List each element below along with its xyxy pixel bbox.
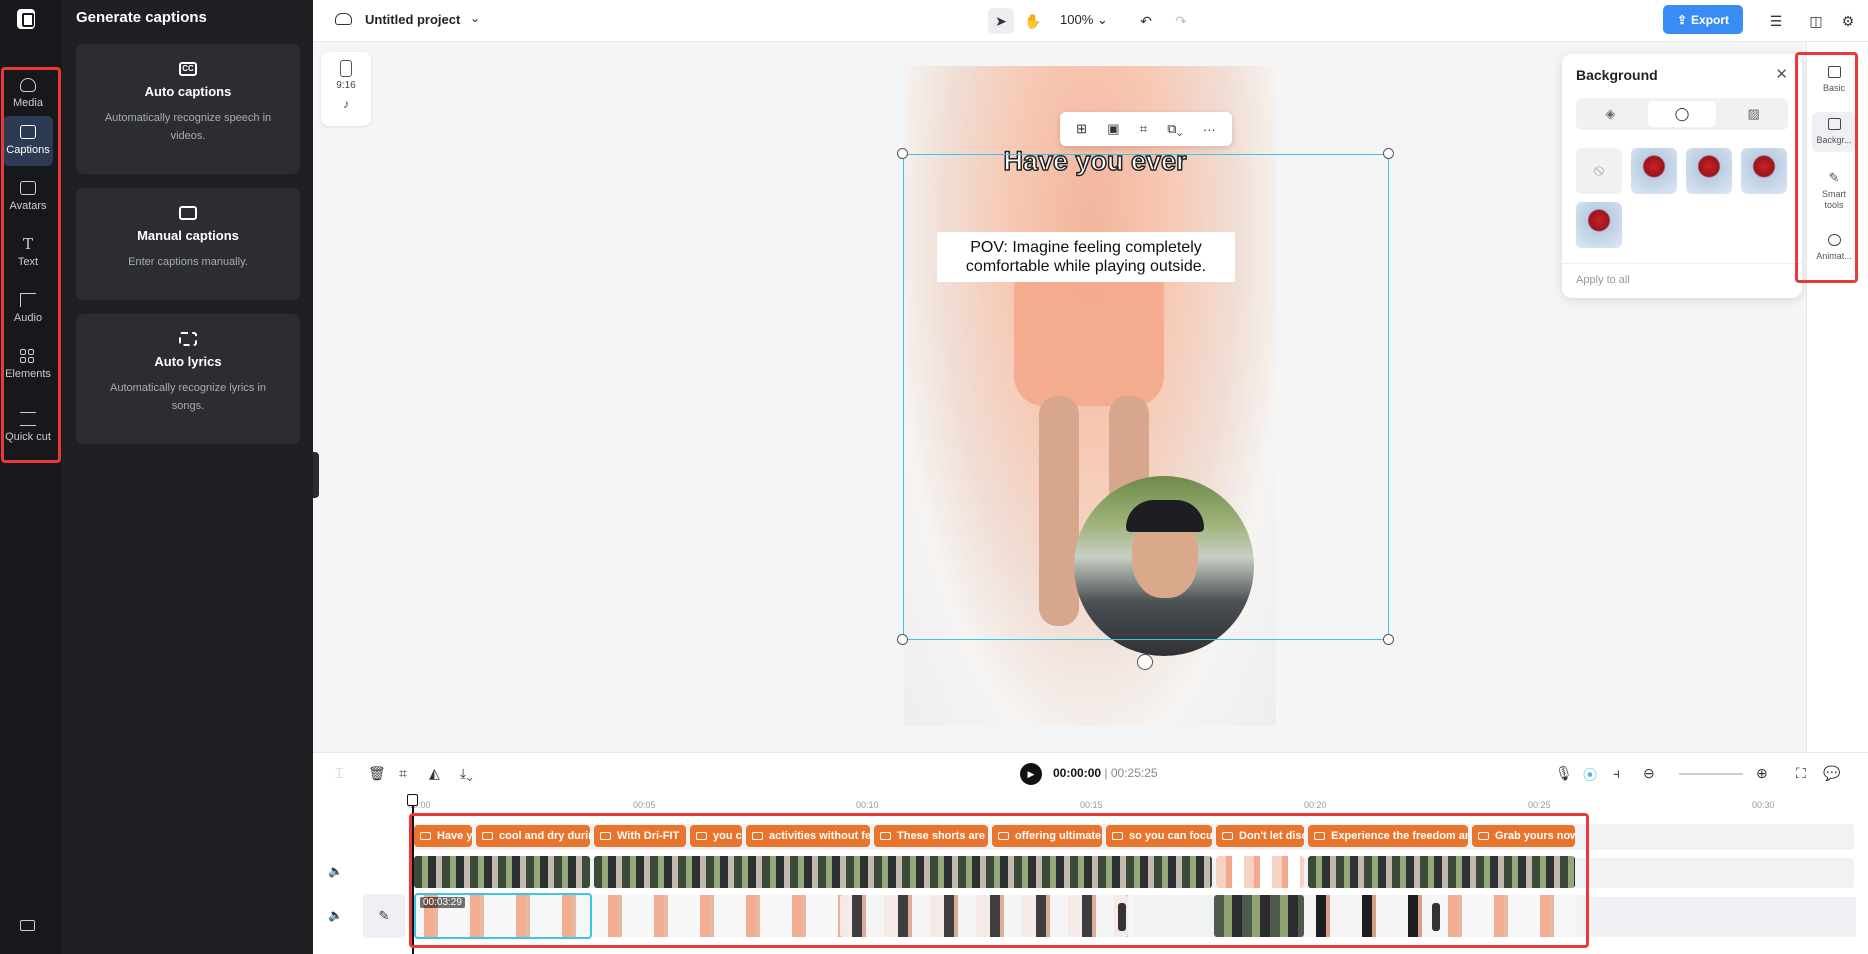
flip-icon[interactable]: ◭ (429, 765, 440, 782)
close-icon[interactable]: ✕ (1775, 65, 1788, 83)
auto-lyrics-card[interactable]: Auto lyrics Automatically recognize lyri… (76, 314, 300, 444)
floating-toolbar: ⊞ ▣ ⌗ ⧉⌄ ··· (1060, 112, 1232, 146)
selection-box[interactable] (903, 154, 1389, 640)
ruler-tick: 00:15 (1080, 800, 1103, 810)
export-label: Export (1691, 12, 1730, 27)
split-icon[interactable]: ⌶ (335, 765, 343, 782)
fit-screen-icon[interactable]: ⛶ (1796, 765, 1806, 782)
ruler-tick: 00:20 (1304, 800, 1327, 810)
auto-snap-icon[interactable]: ⦿ (1583, 765, 1597, 785)
settings-icon[interactable]: ⚙ (1835, 8, 1861, 34)
layout-icon[interactable]: ◫ (1803, 8, 1829, 34)
rail-highlight-box (1, 67, 61, 463)
blur-tab-icon[interactable]: ◯ (1647, 101, 1717, 127)
total-duration: 00:25:25 (1110, 766, 1158, 780)
microphone-icon[interactable]: 🎙 (1555, 765, 1573, 782)
top-bar: Untitled project ⌄ ➤ ✋ 100% ⌄ ↶ ↷ ⇪ Expo… (313, 0, 1868, 42)
ban-icon: ⦸ (1593, 162, 1605, 179)
ratio-label: 9:16 (336, 80, 356, 91)
card-title: Auto lyrics (154, 354, 222, 369)
balloon-swatch[interactable] (1631, 148, 1677, 194)
zoom-in-icon[interactable]: ⊕ (1756, 765, 1768, 782)
ruler-tick: 00:25 (1528, 800, 1551, 810)
background-tabs: ◈ ◯ ▨ (1576, 98, 1788, 130)
track-empty-area (1592, 897, 1856, 937)
play-button[interactable]: ▶ (1020, 763, 1042, 785)
hand-tool-icon[interactable]: ✋ (1020, 8, 1046, 34)
timeline-toolbar: ⌶ 🗑 ⌗ ◭ ⤓⌄ ▶ 00:00:00 | 00:25:25 🎙 ⦿ ⫞ ⊖… (313, 752, 1868, 792)
more-icon[interactable]: ··· (1203, 122, 1216, 137)
card-title: Auto captions (144, 84, 232, 99)
edit-cover-button[interactable]: ✎ (363, 894, 405, 938)
ruler-tick: 00:10 (856, 800, 879, 810)
panel-collapse-handle[interactable] (313, 452, 319, 498)
volume-icon[interactable]: 🔈 (328, 864, 343, 878)
download-icon[interactable]: ⤓⌄ (460, 765, 473, 782)
divider (1562, 263, 1802, 264)
volume-icon[interactable]: 🔈 (328, 908, 343, 922)
feedback-icon[interactable]: 💬 (1823, 765, 1840, 782)
background-title: Background (1576, 67, 1658, 83)
zoom-value: 100% (1060, 12, 1094, 27)
music-note-icon (179, 332, 197, 346)
manual-captions-card[interactable]: Manual captions Enter captions manually. (76, 188, 300, 300)
timecode: 00:00:00 | 00:25:25 (1053, 766, 1158, 780)
tiktok-icon: ♪ (343, 97, 349, 111)
fill-color-tab-icon[interactable]: ◈ (1576, 98, 1645, 130)
tabs-highlight-box (1795, 52, 1858, 283)
resize-handle[interactable] (1383, 634, 1394, 645)
balloon-swatch[interactable] (1686, 148, 1732, 194)
image-tab-icon[interactable]: ▨ (1719, 98, 1788, 130)
aspect-ratio-selector[interactable]: 9:16 ♪ (321, 52, 371, 126)
export-icon: ⇪ (1676, 12, 1688, 27)
no-background-swatch[interactable]: ⦸ (1576, 148, 1622, 194)
apply-to-all[interactable]: Apply to all (1576, 274, 1630, 286)
timeline-highlight-box (409, 813, 1589, 948)
pencil-icon: ✎ (378, 908, 390, 923)
crop-icon[interactable]: ⌗ (1140, 121, 1147, 137)
chevron-down-icon[interactable]: ⌄ (470, 11, 480, 25)
mask-icon[interactable]: ⧉⌄ (1167, 121, 1182, 137)
resize-handle[interactable] (1383, 148, 1394, 159)
current-time: 00:00:00 (1053, 766, 1102, 780)
redo-icon[interactable]: ↷ (1168, 8, 1194, 34)
resize-handle[interactable] (897, 634, 908, 645)
ruler-tick: 00:05 (633, 800, 656, 810)
replace-icon[interactable]: ⊞ (1076, 121, 1087, 137)
split-scene-icon[interactable]: ⫞ (1613, 765, 1620, 782)
phone-icon (340, 60, 352, 77)
keyboard-shortcuts-icon[interactable] (20, 920, 35, 931)
captions-style-icon[interactable]: ▣ (1107, 121, 1119, 137)
cc-icon: CC (179, 62, 197, 76)
export-button[interactable]: ⇪ Export (1663, 5, 1743, 34)
resize-handle[interactable] (897, 148, 908, 159)
select-tool-icon[interactable]: ➤ (988, 8, 1014, 34)
zoom-slider[interactable] (1679, 773, 1743, 775)
zoom-out-icon[interactable]: ⊖ (1643, 765, 1655, 782)
playhead-handle[interactable] (407, 794, 418, 806)
app-logo[interactable] (17, 9, 35, 29)
crop-icon[interactable]: ⌗ (399, 765, 407, 782)
card-description: Enter captions manually. (128, 256, 248, 268)
layers-icon[interactable]: ☰ (1763, 8, 1789, 34)
cloud-save-icon (335, 13, 352, 25)
ruler-tick: 00:30 (1752, 800, 1775, 810)
card-description: Automatically recognize speech in videos… (104, 112, 272, 142)
undo-icon[interactable]: ↶ (1133, 8, 1159, 34)
balloon-swatch[interactable] (1741, 148, 1787, 194)
card-description: Automatically recognize lyrics in songs. (110, 382, 266, 412)
rotate-handle-icon[interactable] (1137, 654, 1153, 670)
card-title: Manual captions (137, 228, 239, 243)
balloon-swatch[interactable] (1576, 202, 1622, 248)
zoom-level[interactable]: 100% ⌄ (1060, 12, 1108, 28)
keyboard-icon (179, 206, 197, 220)
captions-panel: Generate captions CC Auto captions Autom… (62, 0, 313, 954)
delete-icon[interactable]: 🗑 (368, 765, 386, 782)
auto-captions-card[interactable]: CC Auto captions Automatically recognize… (76, 44, 300, 174)
time-ruler: 00:00 00:05 00:10 00:15 00:20 00:25 00:3… (408, 792, 1848, 810)
project-name[interactable]: Untitled project (365, 12, 460, 27)
background-panel: Background ✕ ◈ ◯ ▨ ⦸ Apply to all (1562, 54, 1802, 298)
panel-title: Generate captions (76, 9, 207, 26)
